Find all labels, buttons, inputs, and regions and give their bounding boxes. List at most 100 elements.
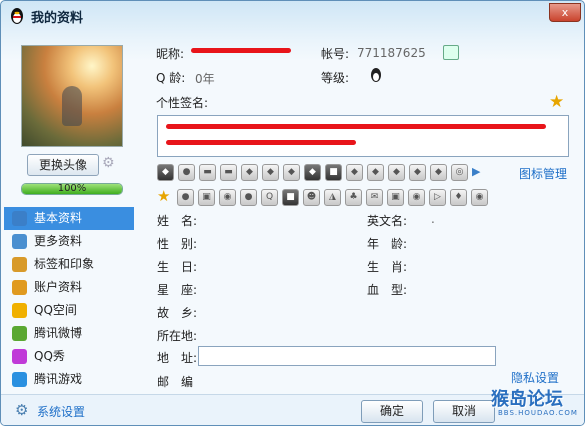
badge-icon-7[interactable]: ● (177, 189, 194, 206)
qzone-star-icon[interactable]: ★ (157, 189, 173, 206)
diamond-icon-9[interactable]: ◆ (430, 164, 447, 181)
qage-label: Q 龄: (156, 71, 186, 85)
sidebar-item-label: 标签和印象 (34, 257, 95, 271)
badge-icon-12[interactable]: ■ (282, 189, 299, 206)
weibo-icon (12, 326, 27, 341)
sidebar-item-label: 基本资料 (34, 211, 83, 225)
icon-row-1: ◆ ● ▬ ▬ ◆ ◆ ◆ ◆ ■ ◆ ◆ ◆ ◆ ◆ ◎ ▶ (157, 164, 482, 181)
sidebar-nav: 基本资料更多资料标签和印象账户资料 QQ空间腾讯微博 QQ秀腾讯游戏 (4, 207, 134, 391)
sidebar-item-3[interactable]: 账户资料 (4, 276, 134, 299)
signature-star-icon[interactable]: ★ (549, 93, 567, 111)
icon-row-2: ★ ● ▣ ◉ ● Q ■ ☻ ◮ ♣ ✉ ▣ ◉ ▷ ♦ ◉ (157, 189, 488, 206)
signature-redaction-1 (166, 124, 546, 129)
ok-button[interactable]: 确定 (361, 400, 423, 423)
blood-type-label: 血 型: (367, 283, 408, 297)
sidebar-item-1[interactable]: 更多资料 (4, 230, 134, 253)
level-penguin-icon[interactable] (369, 67, 383, 83)
badge-icon-11[interactable]: Q (261, 189, 278, 206)
badge-icon-9[interactable]: ◉ (219, 189, 236, 206)
cancel-button[interactable]: 取消 (433, 400, 495, 423)
mail-icon[interactable]: ✉ (366, 189, 383, 206)
address-input[interactable] (198, 346, 496, 366)
diamond-icon-3[interactable]: ◆ (283, 164, 300, 181)
sidebar-item-6[interactable]: QQ秀 (4, 345, 134, 368)
english-name-value: . (431, 212, 435, 226)
sidebar-item-label: 账户资料 (34, 280, 83, 294)
badge-icon-14[interactable]: ▣ (387, 189, 404, 206)
left-panel: 更换头像 ⚙ 100% 基本资料更多资料标签和印象账户资料 QQ空间腾讯微博 QQ秀… (1, 35, 141, 395)
avatar-figure (62, 86, 82, 126)
change-avatar-button[interactable]: 更换头像 (27, 154, 99, 176)
privacy-settings-link[interactable]: 隐私设置 (511, 369, 559, 386)
nickname-redaction (191, 48, 291, 53)
account-icon (12, 280, 27, 295)
qq-penguin-icon (11, 8, 23, 24)
title-bar[interactable]: 我的资料 x (1, 1, 584, 31)
name-label: 姓 名: (157, 214, 198, 228)
diamond-icon-6[interactable]: ◆ (367, 164, 384, 181)
profile-completion-bar: 100% (21, 183, 123, 195)
window-title: 我的资料 (31, 11, 84, 26)
badge-icon-3[interactable]: ▬ (199, 164, 216, 181)
account-label: 帐号: (321, 47, 350, 61)
constellation-label: 星 座: (157, 283, 198, 297)
hometown-label: 故 乡: (157, 306, 198, 320)
profile-window: 我的资料 x 更换头像 ⚙ 100% 基本资料更多资料标签和印象账户资料 QQ空间… (0, 0, 585, 426)
tag-icon (12, 257, 27, 272)
gear-icon[interactable]: ⚙ (15, 402, 31, 418)
sidebar-item-0[interactable]: 基本资料 (4, 207, 134, 230)
badge-icon-16[interactable]: ▷ (429, 189, 446, 206)
level-label: 等级: (321, 71, 350, 85)
shield-icon[interactable]: ◮ (324, 189, 341, 206)
age-label: 年 龄: (367, 237, 408, 251)
account-copy-icon[interactable] (443, 45, 459, 60)
badge-icon-8[interactable]: ▣ (198, 189, 215, 206)
icon-manage-link[interactable]: 图标管理 (519, 165, 567, 182)
watermark-text: 猴岛论坛 (491, 389, 563, 410)
address-label: 地 址: (157, 351, 198, 365)
expand-arrow-icon[interactable]: ▶ (472, 164, 482, 181)
badge-icon-17[interactable]: ♦ (450, 189, 467, 206)
diamond-icon-2[interactable]: ◆ (262, 164, 279, 181)
diamond-icon-5[interactable]: ◆ (346, 164, 363, 181)
badge-icon-2[interactable]: ● (178, 164, 195, 181)
nickname-label: 昵称: (156, 47, 185, 61)
signature-input[interactable] (157, 115, 569, 157)
sidebar-item-label: 腾讯微博 (34, 326, 83, 340)
badge-icon-13[interactable]: ☻ (303, 189, 320, 206)
sidebar-item-label: QQ空间 (34, 303, 77, 317)
qage-value: 0年 (195, 72, 215, 86)
zodiac-label: 生 肖: (367, 260, 408, 274)
avatar-pendant-icon[interactable]: ⚙ (102, 155, 118, 171)
signature-redaction-2 (166, 140, 356, 145)
sidebar-item-7[interactable]: 腾讯游戏 (4, 368, 134, 391)
sidebar-item-4[interactable]: QQ空间 (4, 299, 134, 322)
badge-icon-18[interactable]: ◉ (471, 189, 488, 206)
progress-label: 100% (57, 183, 87, 194)
gender-label: 性 别: (157, 237, 198, 251)
diamond-icon-1[interactable]: ◆ (241, 164, 258, 181)
diamond-icon-8[interactable]: ◆ (409, 164, 426, 181)
postcode-label: 邮 编 (157, 375, 194, 389)
account-value: 771187625 (357, 46, 426, 60)
badge-icon-5[interactable]: ■ (325, 164, 342, 181)
diamond-icon-4[interactable]: ◆ (304, 164, 321, 181)
close-button[interactable]: x (549, 3, 581, 22)
badge-icon-6[interactable]: ◎ (451, 164, 468, 181)
sidebar-item-label: 腾讯游戏 (34, 372, 83, 386)
badge-icon-1[interactable]: ◆ (157, 164, 174, 181)
sidebar-item-2[interactable]: 标签和印象 (4, 253, 134, 276)
diamond-icon-7[interactable]: ◆ (388, 164, 405, 181)
clover-icon[interactable]: ♣ (345, 189, 362, 206)
avatar[interactable] (21, 45, 123, 147)
badge-icon-15[interactable]: ◉ (408, 189, 425, 206)
birthday-label: 生 日: (157, 260, 198, 274)
more-info-icon (12, 234, 27, 249)
system-settings-link[interactable]: 系统设置 (37, 403, 85, 420)
english-name-label: 英文名: (367, 214, 408, 228)
badge-icon-4[interactable]: ▬ (220, 164, 237, 181)
game-icon (12, 372, 27, 387)
sidebar-item-5[interactable]: 腾讯微博 (4, 322, 134, 345)
badge-icon-10[interactable]: ● (240, 189, 257, 206)
watermark-subtext: BBS.HOUDAO.COM (498, 409, 578, 417)
